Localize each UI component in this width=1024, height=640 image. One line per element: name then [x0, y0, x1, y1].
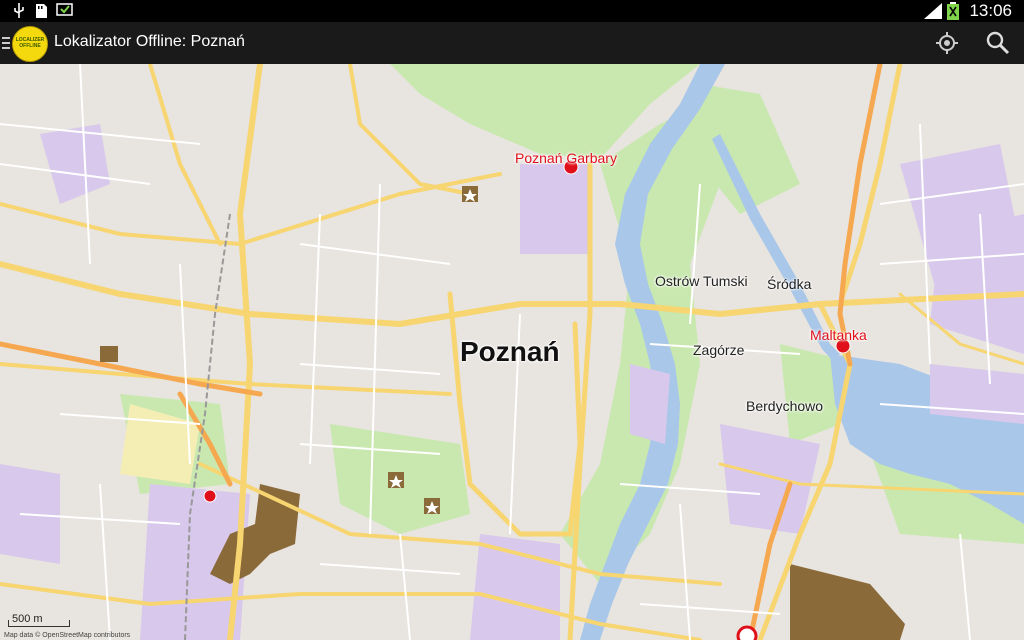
poi-zoo-icon — [100, 346, 118, 362]
scale-bar: 500 m — [8, 613, 70, 627]
station-marker-west — [203, 489, 217, 503]
map-attribution: Map data © OpenStreetMap contributors — [4, 632, 131, 639]
app-logo-text: LOCALIZER OFFLINE — [15, 37, 45, 49]
map-view[interactable]: Poznań Ostrów Tumski Śródka Zagórze Berd… — [0, 64, 1024, 640]
app-logo[interactable]: LOCALIZER OFFLINE — [12, 26, 48, 62]
usb-icon — [14, 3, 24, 18]
area-campus-garbary — [520, 164, 590, 254]
district-label-srodka: Śródka — [767, 276, 812, 292]
station-label-garbary[interactable]: Poznań Garbary — [515, 150, 617, 166]
search-icon[interactable] — [986, 31, 1010, 55]
battery-charging-icon — [947, 2, 959, 20]
station-label-maltanka[interactable]: Maltanka — [810, 327, 867, 343]
action-bar: LOCALIZER OFFLINE Lokalizator Offline: P… — [0, 22, 1024, 65]
district-label-zagorze: Zagórze — [693, 342, 745, 358]
district-label-berdychowo: Berdychowo — [746, 398, 824, 414]
district-label-ostrow-tumski: Ostrów Tumski — [655, 273, 748, 289]
scale-bar-line — [8, 620, 70, 627]
download-done-icon — [56, 3, 73, 16]
sd-card-icon — [36, 4, 47, 18]
area-campus-south — [470, 534, 560, 640]
clock: 13:06 — [969, 1, 1012, 20]
area-purple-east-mid — [630, 364, 670, 444]
my-location-icon[interactable] — [935, 31, 959, 55]
status-bar: 13:06 — [0, 0, 1024, 22]
app-title: Lokalizator Offline: Poznań — [54, 33, 245, 50]
area-purple-rightcol — [930, 364, 1024, 424]
station-marker-south — [736, 625, 758, 640]
city-label: Poznań — [460, 336, 560, 367]
signal-icon — [924, 3, 942, 19]
drawer-menu-icon[interactable] — [2, 36, 10, 50]
